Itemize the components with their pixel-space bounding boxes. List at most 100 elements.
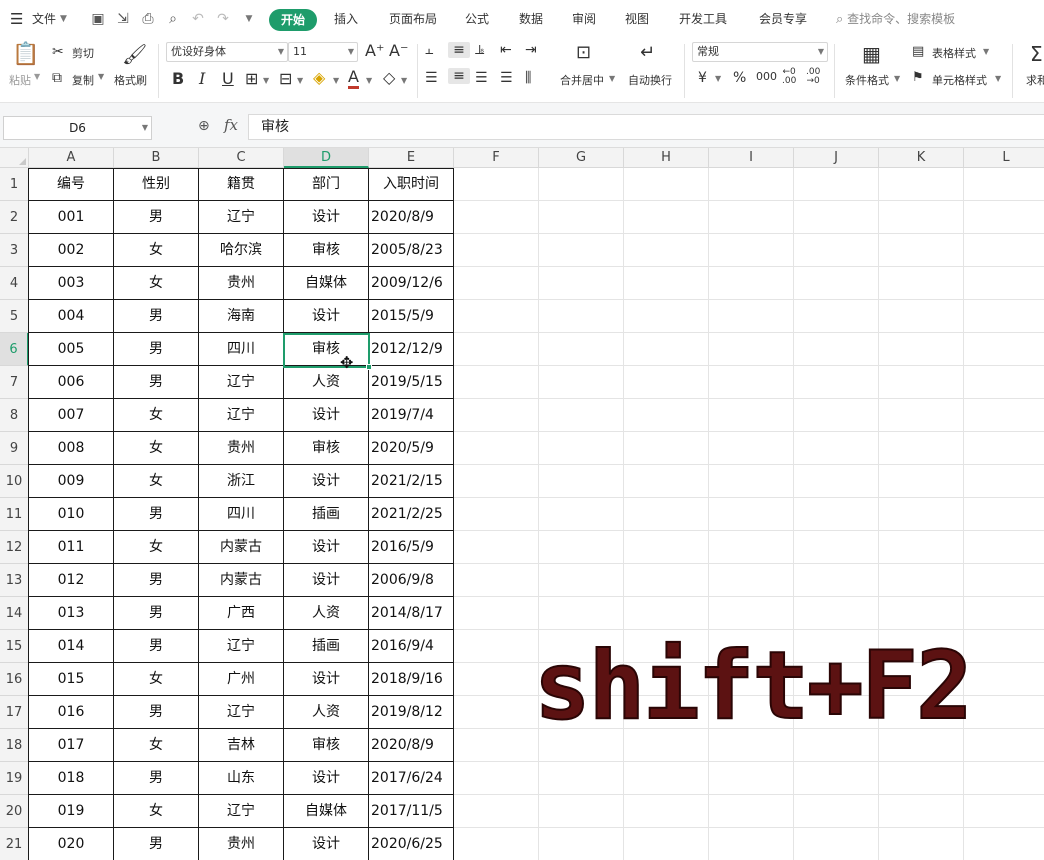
table-cell[interactable]: 设计 (284, 531, 369, 564)
percent-icon[interactable]: % (733, 70, 746, 86)
table-style-icon[interactable]: ▤ (912, 44, 924, 59)
table-cell[interactable]: 2021/2/25 (369, 498, 454, 531)
table-cell[interactable]: 辽宁 (199, 795, 284, 828)
copy-dropdown-icon[interactable]: ▼ (98, 72, 104, 81)
tab-member[interactable]: 会员专享 (759, 0, 807, 38)
redo-icon[interactable]: ↷ (214, 10, 232, 28)
table-cell[interactable]: 自媒体 (284, 795, 369, 828)
table-cell[interactable]: 2017/11/5 (369, 795, 454, 828)
table-cell[interactable]: 012 (29, 564, 114, 597)
table-cell[interactable]: 山东 (199, 762, 284, 795)
font-color-icon[interactable]: A (348, 68, 359, 89)
export-icon[interactable]: ⇲ (114, 10, 132, 28)
table-cell[interactable]: 设计 (284, 201, 369, 234)
format-painter-icon[interactable]: 🖌 (122, 42, 147, 66)
clear-format-icon[interactable]: ◇ (383, 68, 395, 87)
italic-button[interactable]: I (199, 69, 205, 88)
table-cell[interactable]: 2015/5/9 (369, 300, 454, 333)
hamburger-menu-icon[interactable]: ☰ (10, 0, 23, 38)
table-header-cell[interactable]: 编号 (29, 168, 114, 201)
column-header-h[interactable]: H (624, 148, 709, 168)
row-header-17[interactable]: 17 (0, 696, 29, 729)
table-cell[interactable]: 2012/12/9 (369, 333, 454, 366)
table-cell[interactable]: 男 (114, 564, 199, 597)
chevron-down-icon[interactable]: ▼ (401, 76, 407, 85)
conditional-format-button[interactable]: 条件格式 (845, 72, 889, 88)
row-header-15[interactable]: 15 (0, 630, 29, 663)
column-header-a[interactable]: A (29, 148, 114, 168)
table-cell[interactable]: 男 (114, 366, 199, 399)
table-cell[interactable]: 辽宁 (199, 201, 284, 234)
row-header-11[interactable]: 11 (0, 498, 29, 531)
row-header-21[interactable]: 21 (0, 828, 29, 860)
table-cell[interactable]: 男 (114, 828, 199, 860)
table-cell[interactable]: 2014/8/17 (369, 597, 454, 630)
table-cell[interactable]: 辽宁 (199, 366, 284, 399)
spreadsheet-grid[interactable]: A B C D E F G H I J K L 1 2 3 4 5 6 7 8 9 10 11 12 13 14 15 16 17 18 1… (0, 148, 1044, 860)
align-right-icon[interactable]: ☰ (475, 70, 488, 86)
table-cell[interactable]: 人资 (284, 366, 369, 399)
table-cell[interactable]: 016 (29, 696, 114, 729)
file-menu[interactable]: 文件 (32, 0, 56, 38)
bold-button[interactable]: B (172, 69, 184, 88)
table-cell[interactable]: 009 (29, 465, 114, 498)
decrease-indent-icon[interactable]: ⇤ (500, 42, 512, 58)
table-style-button[interactable]: 表格样式 (932, 45, 976, 61)
table-cell[interactable]: 004 (29, 300, 114, 333)
align-bottom-icon[interactable]: ⫡ (475, 42, 484, 58)
table-cell[interactable]: 贵州 (199, 267, 284, 300)
cell-style-button[interactable]: 单元格样式 (932, 72, 987, 88)
number-format-select[interactable]: 常规 ▼ (692, 42, 828, 62)
row-header-6[interactable]: 6 (0, 333, 29, 366)
table-cell[interactable]: 2020/6/25 (369, 828, 454, 860)
table-cell[interactable]: 2006/9/8 (369, 564, 454, 597)
zoom-icon[interactable]: ⊕ (198, 118, 210, 134)
align-left-icon[interactable]: ☰ (425, 70, 438, 86)
thousands-separator-icon[interactable]: 000 (756, 70, 777, 83)
table-cell[interactable]: 内蒙古 (199, 564, 284, 597)
row-header-14[interactable]: 14 (0, 597, 29, 630)
table-cell[interactable]: 020 (29, 828, 114, 860)
row-header-8[interactable]: 8 (0, 399, 29, 432)
increase-indent-icon[interactable]: ⇥ (525, 42, 537, 58)
column-header-j[interactable]: J (794, 148, 879, 168)
align-center-icon[interactable]: ≡ (448, 68, 470, 84)
table-cell[interactable]: 人资 (284, 597, 369, 630)
table-cell[interactable]: 设计 (284, 564, 369, 597)
table-cell[interactable]: 2020/8/9 (369, 201, 454, 234)
table-cell[interactable]: 010 (29, 498, 114, 531)
row-header-10[interactable]: 10 (0, 465, 29, 498)
table-cell[interactable]: 女 (114, 267, 199, 300)
table-cell[interactable]: 贵州 (199, 828, 284, 860)
tab-developer[interactable]: 开发工具 (679, 0, 727, 38)
table-cell[interactable]: 审核 (284, 729, 369, 762)
table-header-cell[interactable]: 入职时间 (369, 168, 454, 201)
row-header-19[interactable]: 19 (0, 762, 29, 795)
table-cell[interactable]: 辽宁 (199, 696, 284, 729)
row-header-2[interactable]: 2 (0, 201, 29, 234)
table-cell[interactable]: 015 (29, 663, 114, 696)
table-header-cell[interactable]: 性别 (114, 168, 199, 201)
table-cell[interactable]: 设计 (284, 465, 369, 498)
column-header-c[interactable]: C (199, 148, 284, 168)
chevron-down-icon[interactable]: ▼ (263, 76, 269, 85)
underline-button[interactable]: U (222, 69, 234, 88)
table-cell[interactable]: 吉林 (199, 729, 284, 762)
table-cell[interactable]: 2019/8/12 (369, 696, 454, 729)
copy-icon[interactable]: ⧉ (52, 70, 62, 86)
table-cell[interactable]: 辽宁 (199, 399, 284, 432)
align-middle-icon[interactable]: ≡ (448, 42, 470, 58)
table-cell[interactable]: 男 (114, 630, 199, 663)
wrap-text-button[interactable]: 自动换行 (628, 72, 672, 88)
table-cell[interactable]: 女 (114, 531, 199, 564)
fill-color-icon[interactable]: ◈ (313, 68, 325, 87)
chevron-down-icon[interactable]: ▼ (366, 76, 372, 85)
table-cell[interactable]: 018 (29, 762, 114, 795)
undo-icon[interactable]: ↶ (189, 10, 207, 28)
chevron-down-icon[interactable]: ▼ (715, 74, 721, 83)
font-size-select[interactable]: 11 ▼ (288, 42, 358, 62)
table-header-cell[interactable]: 籍贯 (199, 168, 284, 201)
column-header-l[interactable]: L (964, 148, 1044, 168)
table-cell[interactable]: 014 (29, 630, 114, 663)
row-header-12[interactable]: 12 (0, 531, 29, 564)
